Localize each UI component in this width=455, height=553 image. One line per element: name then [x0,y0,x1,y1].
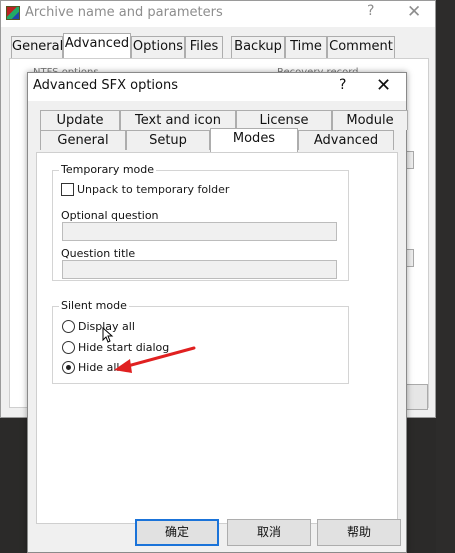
tab-general[interactable]: General [40,130,126,150]
question-title-input[interactable] [62,260,337,279]
help-button[interactable]: 帮助 [317,519,401,546]
parent-tab-time[interactable]: Time [285,36,327,58]
cancel-button[interactable]: 取消 [227,519,311,546]
dialog-close-icon[interactable]: ✕ [376,75,391,96]
unpack-temp-label: Unpack to temporary folder [77,183,230,196]
optional-question-label: Optional question [61,209,159,222]
parent-window-title: Archive name and parameters [25,5,223,20]
parent-close-icon[interactable]: ✕ [407,2,421,22]
radio-hide-all[interactable] [62,361,75,374]
parent-tab-files[interactable]: Files [185,36,223,58]
unpack-temp-checkbox[interactable] [61,183,74,196]
parent-titlebar: Archive name and parameters ? ✕ [1,1,435,27]
optional-question-input[interactable] [62,222,337,241]
silent-mode-title: Silent mode [59,299,129,312]
parent-tab-options[interactable]: Options [131,36,185,58]
parent-tab-general[interactable]: General [11,36,63,58]
radio-display-all[interactable] [62,320,75,333]
parent-side-control [406,151,414,169]
tab-module[interactable]: Module [332,110,408,130]
parent-help-button[interactable]: ? [367,3,374,19]
unpack-temp-checkbox-row[interactable]: Unpack to temporary folder [61,183,229,196]
tab-license[interactable]: License [236,110,332,130]
modes-tab-panel: Temporary mode Silent mode [36,152,398,524]
radio-hide-start-dialog[interactable] [62,341,75,354]
winrar-app-icon [6,6,20,20]
parent-button[interactable] [406,384,428,410]
dialog-help-button[interactable]: ? [339,77,346,93]
ok-button[interactable]: 确定 [135,519,219,546]
tab-update[interactable]: Update [40,110,120,130]
question-title-label: Question title [61,247,136,260]
parent-tab-comment[interactable]: Comment [327,36,395,58]
dialog-title: Advanced SFX options [33,78,178,93]
temporary-mode-title: Temporary mode [59,163,157,176]
tab-modes[interactable]: Modes [210,128,298,152]
desktop-background [436,0,455,553]
parent-tab-advanced[interactable]: Advanced [63,33,131,58]
dialog-titlebar: Advanced SFX options ? ✕ [28,73,406,101]
parent-tab-backup[interactable]: Backup [231,36,285,58]
tab-setup[interactable]: Setup [126,130,210,150]
radio-display-all-row[interactable]: Display all [62,320,135,333]
tab-text-and-icon[interactable]: Text and icon [120,110,236,130]
red-arrow-annotation-icon [114,346,196,373]
tab-advanced[interactable]: Advanced [298,130,394,150]
parent-side-control [406,249,414,267]
advanced-sfx-dialog: Advanced SFX options ? ✕ Update Text and… [27,72,408,553]
